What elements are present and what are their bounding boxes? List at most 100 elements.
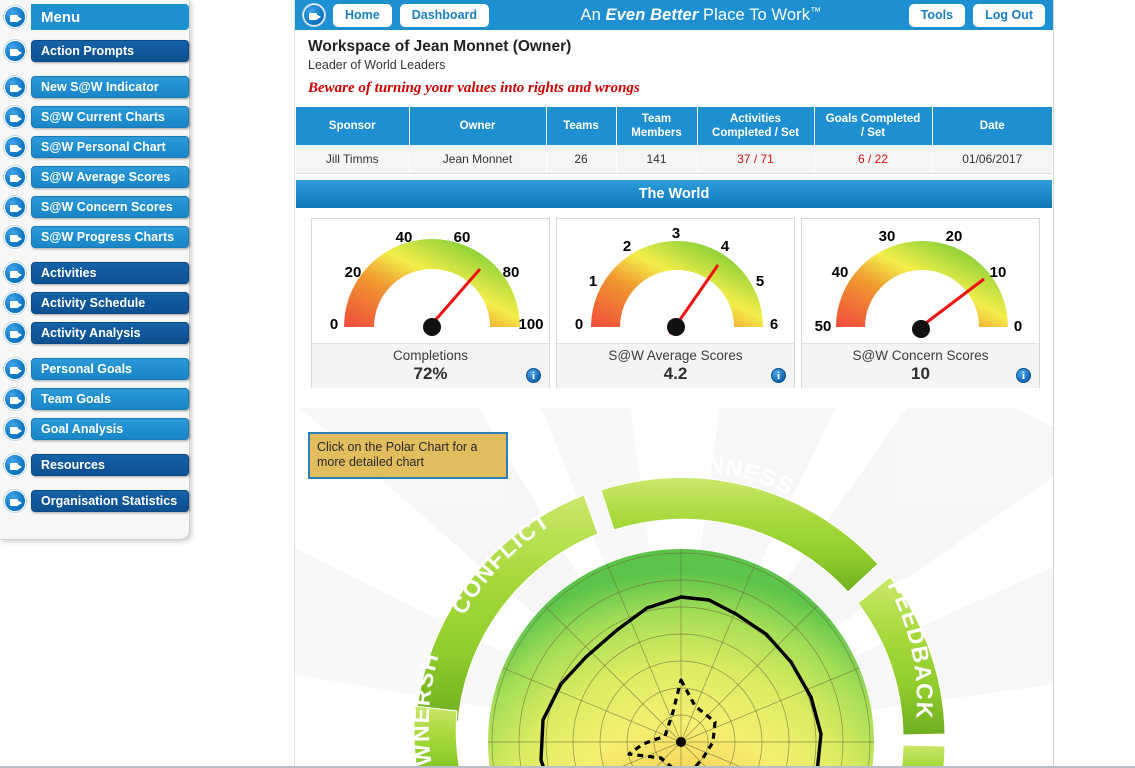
sidebar-item-label[interactable]: Organisation Statistics <box>31 490 189 512</box>
gauge-value: 10 <box>911 364 930 383</box>
sidebar-item-label[interactable]: Activities <box>31 262 189 284</box>
cell-teams: 26 <box>546 145 617 174</box>
video-camera-logo-icon <box>303 4 325 26</box>
polar-chart-callout: Click on the Polar Chart for a more deta… <box>308 432 508 479</box>
col-activities-line2: Completed / Set <box>712 127 799 139</box>
cell-team-members: 141 <box>616 145 698 174</box>
main-content: Home Dashboard An Even Better Place To W… <box>294 0 1054 768</box>
sidebar-item-resources[interactable]: Resources <box>4 452 189 478</box>
section-band-the-world: The World <box>296 180 1052 208</box>
sidebar-item-label[interactable]: S@W Personal Chart <box>31 136 189 158</box>
col-team-members-line1: Team <box>641 113 672 125</box>
col-team-members-line2: Members <box>631 127 682 139</box>
sidebar-item-saw-personal-chart[interactable]: S@W Personal Chart <box>4 134 189 160</box>
gauge-label: S@W Concern Scores <box>852 348 989 363</box>
sidebar-item-saw-concern-scores[interactable]: S@W Concern Scores <box>4 194 189 220</box>
sidebar-item-new-saw-indicator[interactable]: New S@W Indicator <box>4 74 189 100</box>
home-button[interactable]: Home <box>333 3 392 27</box>
sidebar-item-label[interactable]: S@W Progress Charts <box>31 226 189 248</box>
sidebar-item-label[interactable]: Resources <box>31 454 189 476</box>
logout-button[interactable]: Log Out <box>973 3 1045 27</box>
sidebar-item-label[interactable]: Activity Schedule <box>31 292 189 314</box>
sidebar-item-saw-average-scores[interactable]: S@W Average Scores <box>4 164 189 190</box>
gauge-completions-svg: 0 20 40 60 80 100 <box>330 229 544 336</box>
gauge-average-scores-dial: 0 1 2 3 4 5 6 <box>557 219 794 343</box>
svg-text:30: 30 <box>879 228 896 245</box>
tools-button[interactable]: Tools <box>908 3 966 27</box>
info-icon[interactable]: i <box>1016 368 1031 383</box>
brand-title: An Even Better Place To Work™ <box>497 6 909 25</box>
polar-inner-plot <box>488 549 874 768</box>
gauge-value: 72% <box>413 364 448 383</box>
svg-text:40: 40 <box>396 229 413 246</box>
brand-emphasis: Even Better <box>605 5 699 24</box>
col-activities: Activities Completed / Set <box>697 107 815 145</box>
info-icon[interactable]: i <box>771 368 786 383</box>
goals-completed: 6 <box>857 152 865 166</box>
sidebar-header: Menu <box>4 2 189 32</box>
summary-table: Sponsor Owner Teams Team Members Activiti… <box>296 107 1052 174</box>
gauge-card-completions[interactable]: 0 20 40 60 80 100 Completions 72% i <box>311 218 550 388</box>
table-row: Jill Timms Jean Monnet 26 141 37 / 71 6 … <box>296 145 1052 174</box>
video-camera-icon <box>4 40 26 62</box>
col-activities-line1: Activities <box>729 113 782 125</box>
svg-text:10: 10 <box>990 264 1007 281</box>
gauge-value: 4.2 <box>663 364 688 383</box>
video-camera-icon <box>4 166 26 188</box>
brand-prefix: An <box>580 5 606 24</box>
col-owner: Owner <box>409 107 547 145</box>
dashboard-button[interactable]: Dashboard <box>399 3 490 27</box>
sidebar-item-personal-goals[interactable]: Personal Goals <box>4 356 189 382</box>
brand-suffix: Place To Work <box>698 5 811 24</box>
table-header-row: Sponsor Owner Teams Team Members Activiti… <box>296 107 1052 145</box>
sidebar-item-action-prompts[interactable]: Action Prompts <box>4 38 189 64</box>
col-sponsor: Sponsor <box>296 107 410 145</box>
video-camera-icon <box>4 490 26 512</box>
sidebar-item-activity-schedule[interactable]: Activity Schedule <box>4 290 189 316</box>
col-date: Date <box>932 107 1052 145</box>
sidebar-item-label[interactable]: New S@W Indicator <box>31 76 189 98</box>
page-title: Workspace of Jean Monnet (Owner) <box>308 38 572 55</box>
sidebar-item-label[interactable]: Personal Goals <box>31 358 189 380</box>
svg-text:20: 20 <box>946 228 963 245</box>
sidebar-item-activity-analysis[interactable]: Activity Analysis <box>4 320 189 346</box>
svg-text:20: 20 <box>345 264 362 281</box>
gauge-card-saw-average-scores[interactable]: 0 1 2 3 4 5 6 S@W Average Scores 4.2 i <box>556 218 795 388</box>
trademark-symbol: ™ <box>810 5 822 18</box>
svg-text:6: 6 <box>770 316 778 333</box>
svg-text:100: 100 <box>518 316 543 333</box>
workspace-quote: Beware of turning your values into right… <box>308 80 640 96</box>
gauge-card-saw-concern-scores[interactable]: 50 40 30 20 10 0 S@W Concern Scores 10 i <box>801 218 1040 388</box>
svg-text:0: 0 <box>1014 318 1022 335</box>
svg-text:3: 3 <box>672 225 680 242</box>
activities-set: 71 <box>760 152 774 166</box>
sidebar-item-activities[interactable]: Activities <box>4 260 189 286</box>
sidebar-item-label[interactable]: S@W Average Scores <box>31 166 189 188</box>
sidebar-item-label[interactable]: Goal Analysis <box>31 418 189 440</box>
video-camera-icon <box>4 76 26 98</box>
svg-text:60: 60 <box>454 229 471 246</box>
svg-text:2: 2 <box>623 238 631 255</box>
top-right-actions: Tools Log Out <box>908 3 1047 27</box>
gauge-row: 0 20 40 60 80 100 Completions 72% i 0 1 … <box>295 208 1053 388</box>
sidebar-item-label[interactable]: Activity Analysis <box>31 322 189 344</box>
sidebar-item-team-goals[interactable]: Team Goals <box>4 386 189 412</box>
col-teams: Teams <box>546 107 617 145</box>
info-icon[interactable]: i <box>526 368 541 383</box>
sidebar-item-saw-current-charts[interactable]: S@W Current Charts <box>4 104 189 130</box>
sidebar-item-label[interactable]: S@W Current Charts <box>31 106 189 128</box>
video-camera-icon <box>4 226 26 248</box>
col-goals: Goals Completed / Set <box>814 107 933 145</box>
sidebar-item-label[interactable]: Action Prompts <box>31 40 189 62</box>
sidebar-item-organisation-statistics[interactable]: Organisation Statistics <box>4 488 189 514</box>
video-camera-icon <box>4 292 26 314</box>
gauge-average-scores-footer: S@W Average Scores 4.2 i <box>557 343 794 388</box>
sidebar-item-goal-analysis[interactable]: Goal Analysis <box>4 416 189 442</box>
sidebar-item-label[interactable]: S@W Concern Scores <box>31 196 189 218</box>
sidebar-item-saw-progress-charts[interactable]: S@W Progress Charts <box>4 224 189 250</box>
sidebar-item-label[interactable]: Team Goals <box>31 388 189 410</box>
col-goals-line1: Goals Completed <box>825 113 921 125</box>
